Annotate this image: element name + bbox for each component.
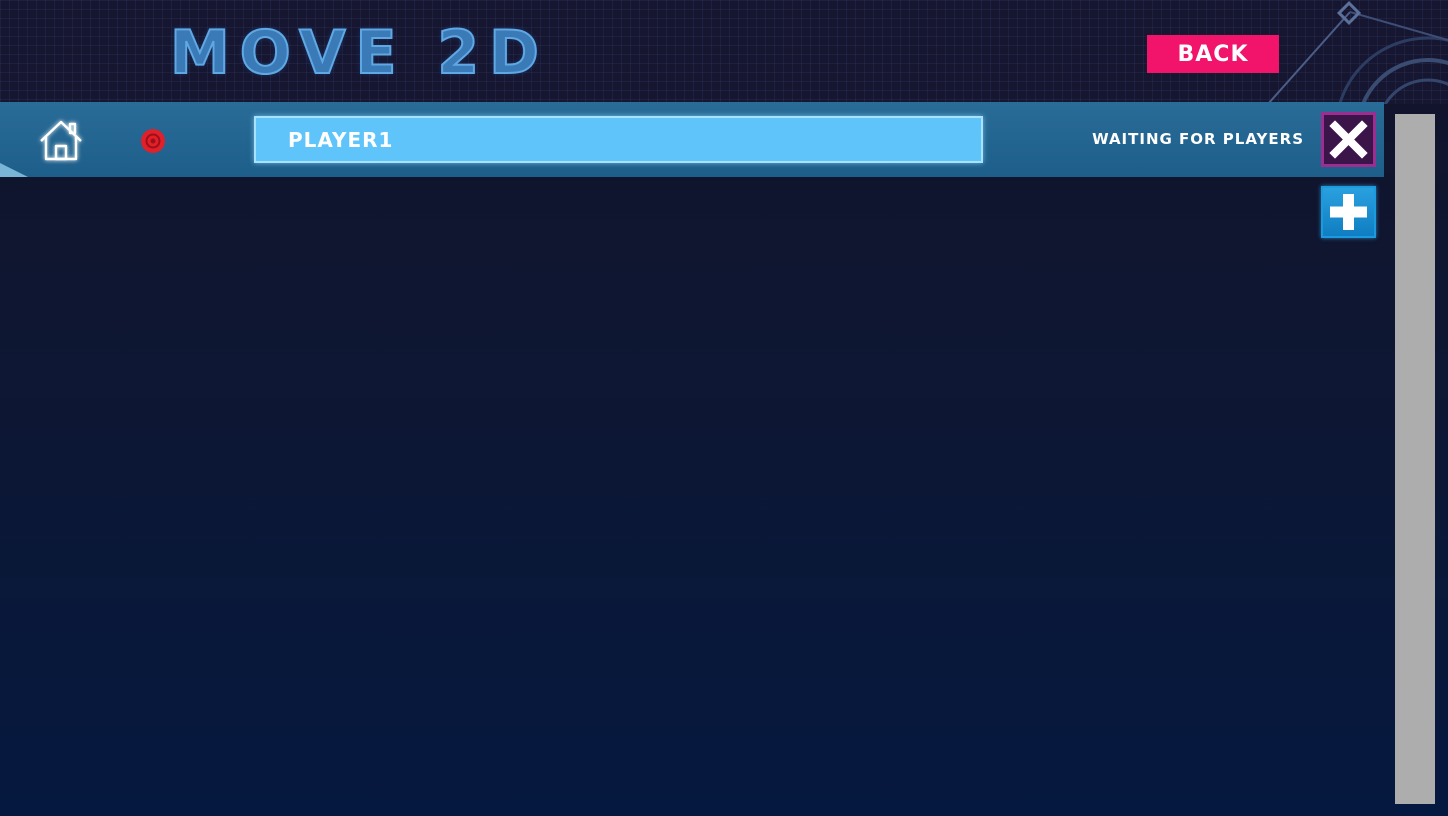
player-row: PLAYER1 WAITING FOR PLAYERS bbox=[0, 102, 1384, 177]
home-button[interactable] bbox=[34, 116, 88, 166]
remove-player-button[interactable] bbox=[1321, 112, 1376, 167]
plus-icon bbox=[1330, 194, 1367, 230]
add-player-button[interactable] bbox=[1321, 186, 1376, 238]
scrollbar[interactable] bbox=[1395, 114, 1435, 804]
close-icon bbox=[1329, 120, 1368, 159]
logo-text: MOVE 2D bbox=[170, 22, 549, 84]
header: MOVE 2D BACK bbox=[0, 0, 1448, 104]
game-screen: MOVE 2D BACK PLAYER1 WAITING FOR PLAYERS bbox=[0, 0, 1448, 816]
game-logo: MOVE 2D bbox=[170, 22, 590, 84]
back-button[interactable]: BACK bbox=[1147, 35, 1279, 73]
player-name-field[interactable]: PLAYER1 bbox=[254, 116, 983, 163]
record-dot-icon bbox=[141, 129, 165, 153]
corner-decoration bbox=[0, 163, 28, 177]
waiting-status-text: WAITING FOR PLAYERS bbox=[1092, 130, 1304, 148]
home-icon bbox=[40, 120, 82, 161]
